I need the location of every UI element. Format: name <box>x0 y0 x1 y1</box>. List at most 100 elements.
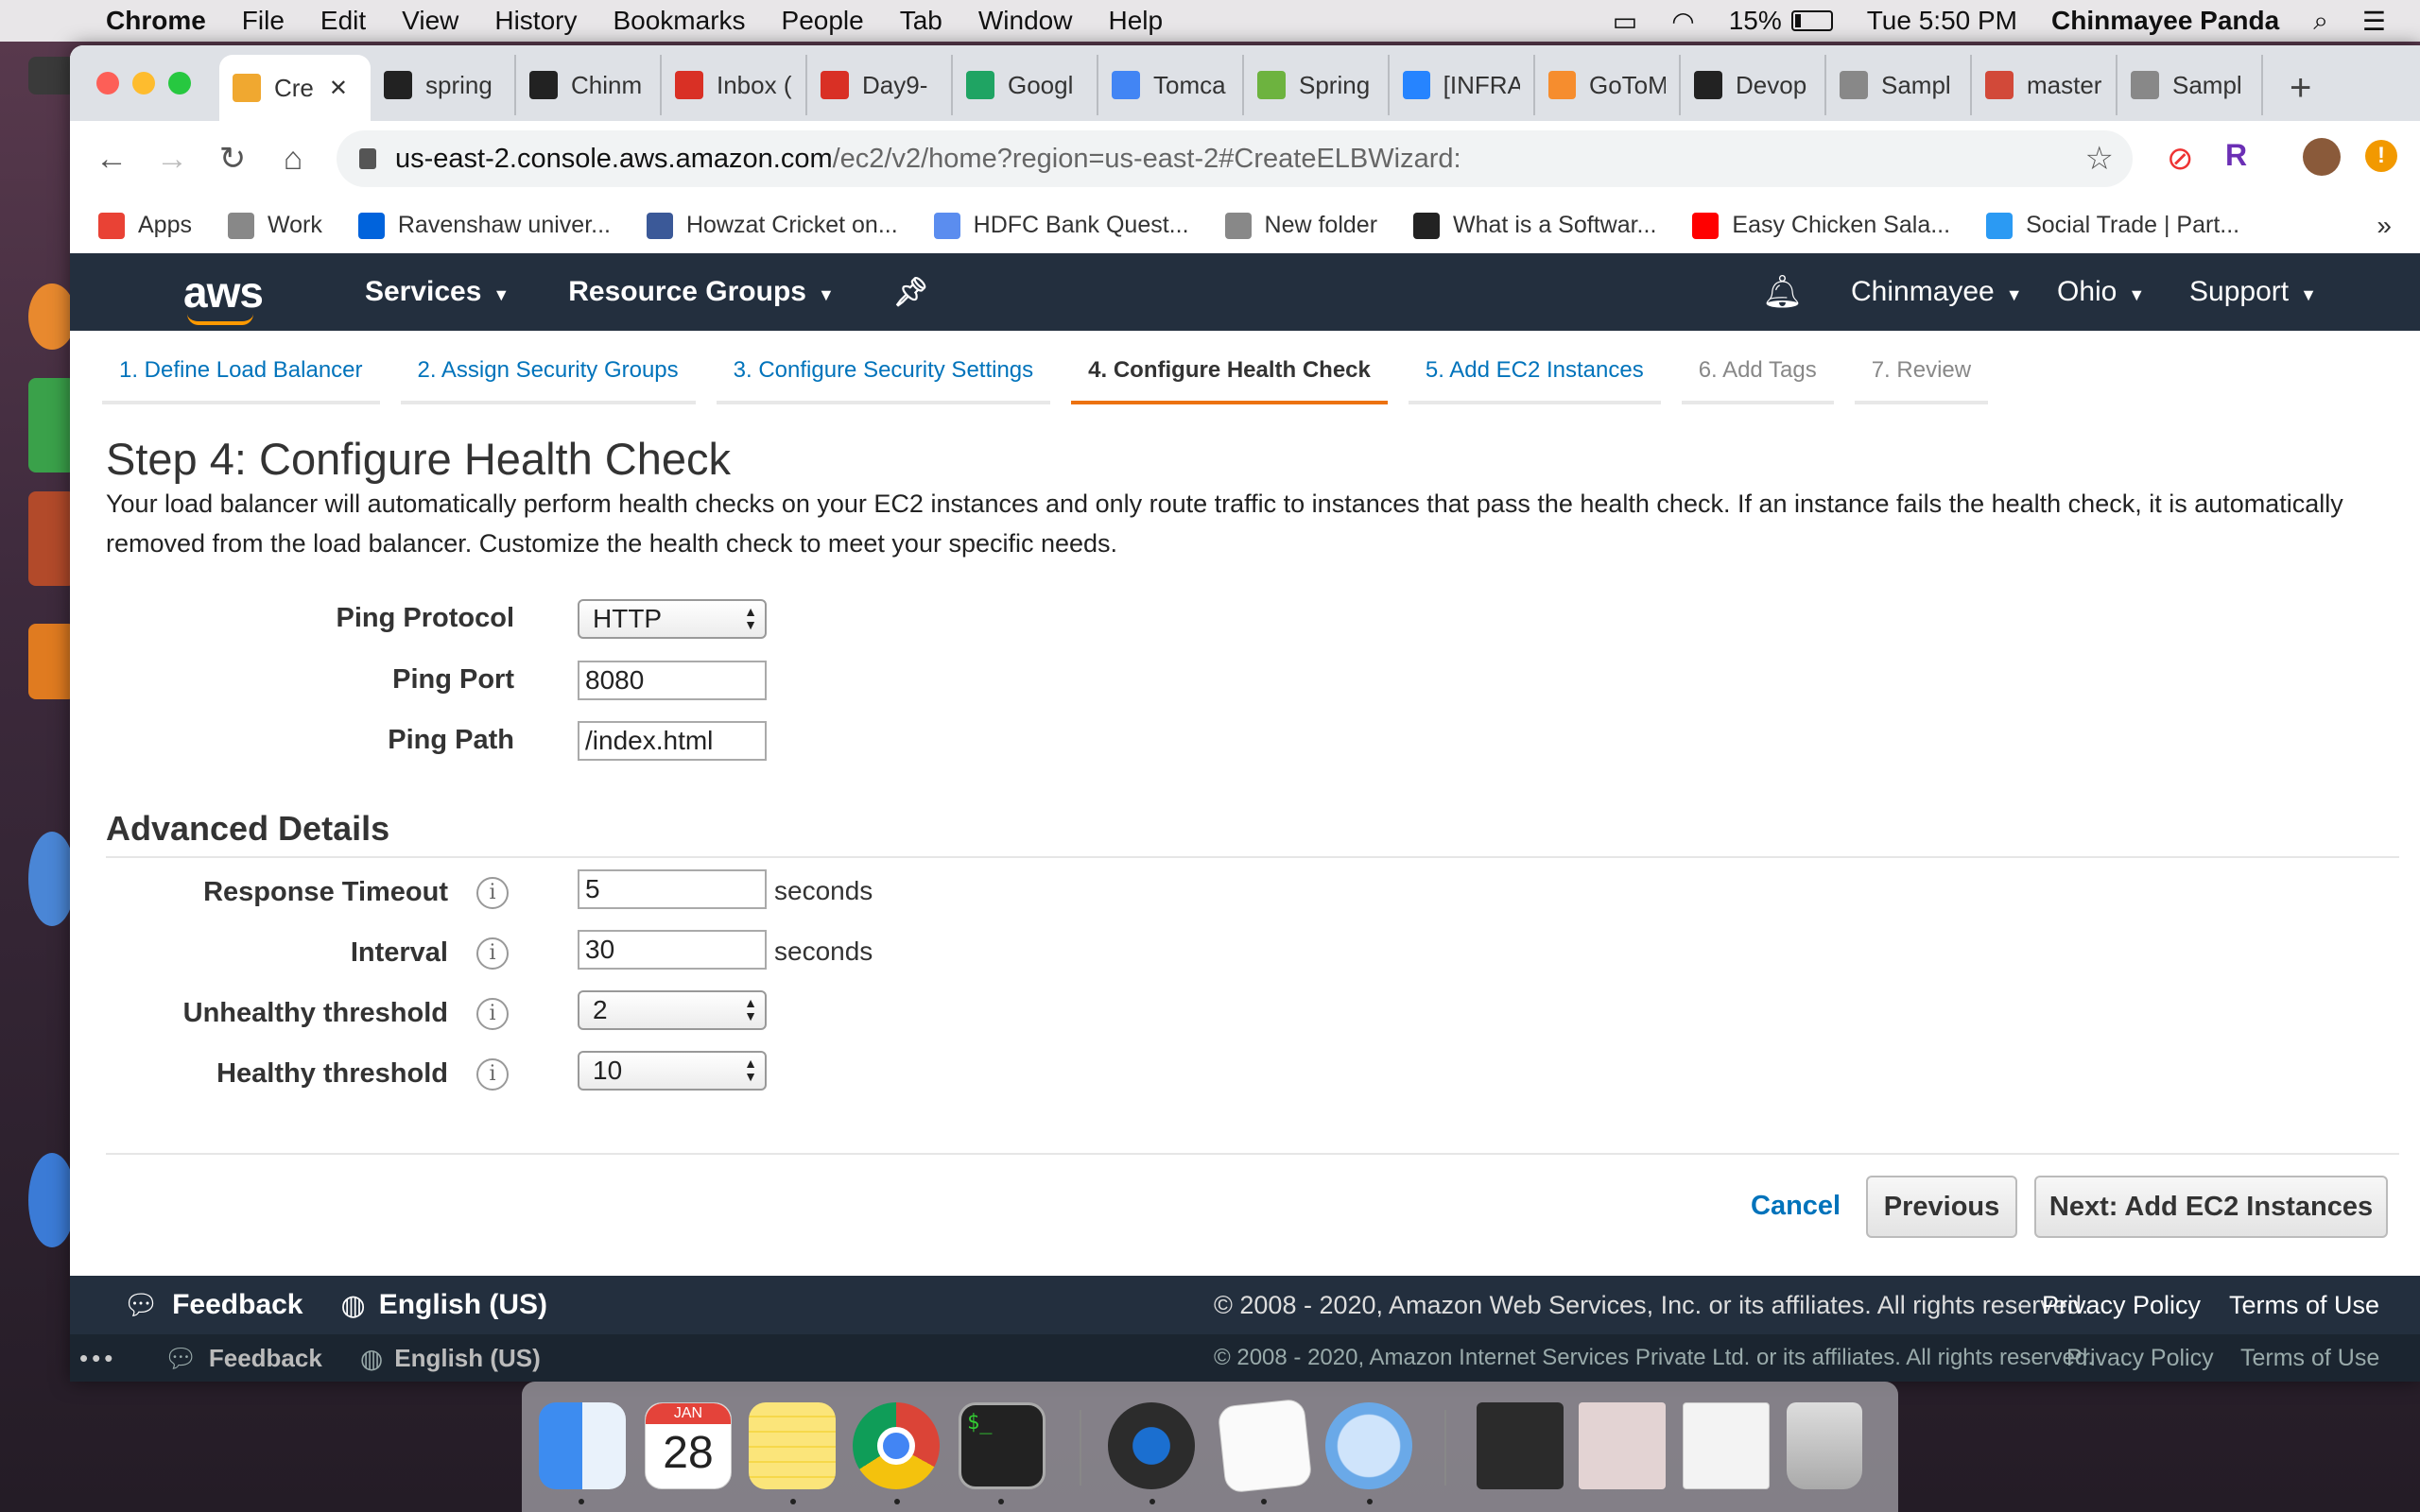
menu-history[interactable]: History <box>494 6 577 36</box>
wizard-step-2[interactable]: 2. Assign Security Groups <box>400 344 696 404</box>
bookmark-item[interactable]: Easy Chicken Sala... <box>1692 212 1950 239</box>
menu-people[interactable]: People <box>782 6 864 36</box>
tab[interactable]: Googl <box>953 55 1098 115</box>
calendar-icon[interactable]: JAN 28 <box>645 1402 732 1489</box>
menu-file[interactable]: File <box>242 6 285 36</box>
feedback-link[interactable]: Feedback <box>172 1289 302 1321</box>
tab[interactable]: [INFRA <box>1390 55 1535 115</box>
aws-logo[interactable]: aws <box>183 266 264 325</box>
bookmark-item[interactable]: Work <box>227 212 322 239</box>
tab[interactable]: Chinm <box>516 55 662 115</box>
pin-icon[interactable]: 📌︎ <box>893 276 929 309</box>
notifications-bell-icon[interactable]: 🔔︎ <box>1762 273 1803 311</box>
terminal-icon[interactable]: $_ <box>959 1402 1046 1489</box>
menu-tab[interactable]: Tab <box>900 6 942 36</box>
address-bar[interactable]: us-east-2.console.aws.amazon.com/ec2/v2/… <box>337 130 2133 187</box>
extension-icon[interactable]: ⊘ <box>2167 140 2194 178</box>
wifi-icon[interactable]: ◠ <box>1671 6 1694 37</box>
tab-active[interactable]: Cre ✕ <box>219 55 371 121</box>
tab[interactable]: GoToM <box>1535 55 1681 115</box>
bookmark-item[interactable]: HDFC Bank Quest... <box>933 212 1189 239</box>
ping-path-input[interactable]: /index.html <box>578 721 767 761</box>
downloads-stack-icon[interactable] <box>1477 1402 1564 1489</box>
menu-edit[interactable]: Edit <box>320 6 366 36</box>
update-alert-icon[interactable]: ! <box>2365 140 2397 172</box>
tab[interactable]: Spring <box>1244 55 1390 115</box>
ping-port-input[interactable]: 8080 <box>578 661 767 700</box>
notes-icon[interactable] <box>749 1402 836 1489</box>
menu-window[interactable]: Window <box>978 6 1073 36</box>
cancel-button[interactable]: Cancel <box>1751 1191 1841 1222</box>
unhealthy-threshold-select[interactable]: 2 ▲ ▼ <box>578 990 767 1030</box>
bookmark-item[interactable]: New folder <box>1224 212 1377 239</box>
tab[interactable]: Devop <box>1681 55 1826 115</box>
textedit-icon[interactable] <box>1217 1398 1313 1494</box>
tab[interactable]: Day9- <box>807 55 953 115</box>
bookmark-item[interactable]: Ravenshaw univer... <box>357 212 611 239</box>
menubar-user[interactable]: Chinmayee Panda <box>2051 6 2279 36</box>
forward-arrow-icon[interactable]: → <box>142 141 202 178</box>
battery-percent: 15% <box>1728 6 1782 35</box>
close-tab-icon[interactable]: ✕ <box>329 75 348 102</box>
tab[interactable]: Inbox ( <box>662 55 807 115</box>
finder-icon[interactable] <box>539 1402 626 1489</box>
keychain-icon[interactable] <box>1325 1402 1412 1489</box>
tab[interactable]: Tomca <box>1098 55 1244 115</box>
tab[interactable]: Sampl <box>1826 55 1972 115</box>
menu-view[interactable]: View <box>402 6 458 36</box>
lock-icon[interactable] <box>359 148 376 169</box>
healthy-threshold-select[interactable]: 10 ▲ ▼ <box>578 1051 767 1091</box>
profile-avatar[interactable] <box>2303 138 2341 176</box>
minimize-window-button[interactable] <box>132 72 155 94</box>
wizard-step-5[interactable]: 5. Add EC2 Instances <box>1408 344 1661 404</box>
language-selector[interactable]: English (US) <box>379 1289 547 1321</box>
info-icon[interactable]: i <box>476 998 509 1030</box>
airplay-icon[interactable]: ▭ <box>1613 6 1637 37</box>
wizard-step-1[interactable]: 1. Define Load Balancer <box>102 344 380 404</box>
extension-r-icon[interactable]: R <box>2225 138 2247 173</box>
wizard-step-3[interactable]: 3. Configure Security Settings <box>716 344 1051 404</box>
chrome-icon[interactable] <box>853 1402 940 1489</box>
next-add-ec2-instances-button[interactable]: Next: Add EC2 Instances <box>2034 1176 2388 1238</box>
terms-of-use-link[interactable]: Terms of Use <box>2229 1291 2379 1320</box>
info-icon[interactable]: i <box>476 1058 509 1091</box>
battery-icon[interactable] <box>1790 10 1833 31</box>
tab[interactable]: Sampl <box>2118 55 2263 115</box>
documents-stack-icon[interactable] <box>1579 1402 1666 1489</box>
menu-app-name[interactable]: Chrome <box>106 6 206 36</box>
info-icon[interactable]: i <box>476 937 509 970</box>
bookmark-item[interactable]: Apps <box>98 212 192 239</box>
services-menu[interactable]: Services ▼ <box>365 276 510 308</box>
home-icon[interactable]: ⌂ <box>263 141 323 178</box>
bookmark-star-icon[interactable]: ☆ <box>2085 140 2114 178</box>
previous-button[interactable]: Previous <box>1866 1176 2017 1238</box>
screenshots-stack-icon[interactable] <box>1683 1402 1770 1489</box>
tab[interactable]: master <box>1972 55 2118 115</box>
bookmark-item[interactable]: What is a Softwar... <box>1413 212 1656 239</box>
bookmark-item[interactable]: Social Trade | Part... <box>1986 212 2239 239</box>
close-window-button[interactable] <box>96 72 119 94</box>
zoom-window-button[interactable] <box>168 72 191 94</box>
back-arrow-icon[interactable]: ← <box>81 141 142 178</box>
bookmark-item[interactable]: Howzat Cricket on... <box>646 212 898 239</box>
interval-input[interactable]: 30 <box>578 930 767 970</box>
bookmarks-overflow-chevron-icon[interactable]: » <box>2377 211 2392 241</box>
trash-icon[interactable] <box>1787 1402 1862 1489</box>
quicktime-icon[interactable] <box>1108 1402 1195 1489</box>
ping-protocol-select[interactable]: HTTP ▲ ▼ <box>578 599 767 639</box>
privacy-policy-link[interactable]: Privacy Policy <box>2042 1291 2201 1320</box>
region-menu[interactable]: Ohio ▼ <box>2057 276 2145 308</box>
spotlight-search-icon[interactable]: ⌕ <box>2313 6 2328 37</box>
menu-bookmarks[interactable]: Bookmarks <box>613 6 745 36</box>
menu-help[interactable]: Help <box>1108 6 1163 36</box>
support-menu[interactable]: Support ▼ <box>2189 276 2317 308</box>
resource-groups-menu[interactable]: Resource Groups ▼ <box>568 276 835 308</box>
response-timeout-input[interactable]: 5 <box>578 869 767 909</box>
notification-center-icon[interactable]: ☰ <box>2362 6 2386 37</box>
tab[interactable]: spring <box>371 55 516 115</box>
menubar-clock[interactable]: Tue 5:50 PM <box>1867 6 2017 36</box>
info-icon[interactable]: i <box>476 877 509 909</box>
account-menu[interactable]: Chinmayee ▼ <box>1851 276 2023 308</box>
new-tab-button[interactable]: + <box>2290 67 2311 110</box>
reload-icon[interactable]: ↻ <box>202 140 263 178</box>
